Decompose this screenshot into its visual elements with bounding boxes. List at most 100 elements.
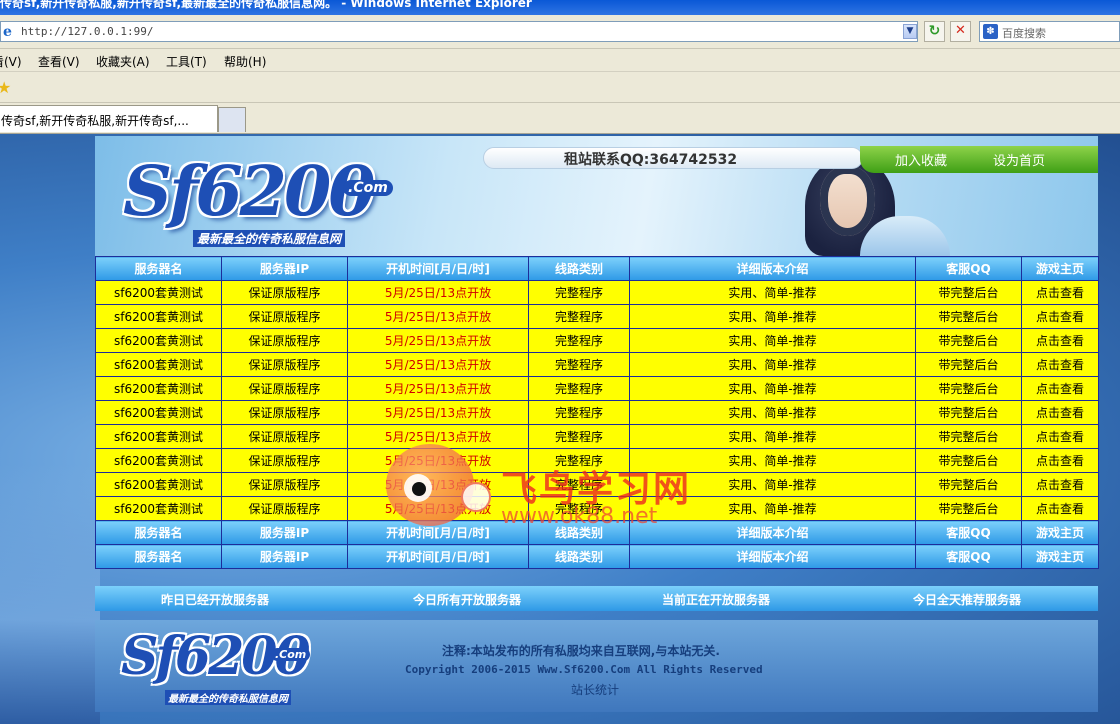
col-server-name-header: 服务器名 [95,544,222,569]
col-support-qq-cell: 带完整后台 [915,400,1022,425]
address-dropdown-icon[interactable]: ▼ [903,24,917,39]
col-server-ip-cell: 保证原版程序 [221,448,348,473]
col-line-type-cell: 完整程序 [528,472,630,497]
logo-text: Sf6200 [123,152,376,232]
col-server-name-cell[interactable]: sf6200套黄测试 [95,472,222,497]
col-line-type-cell: 完整程序 [528,400,630,425]
baidu-paw-icon: ✽ [983,24,998,39]
refresh-button[interactable]: ↻ [924,21,945,42]
col-version-intro-cell: 实用、简单-推荐 [629,424,916,449]
col-game-home-cell[interactable]: 点击查看 [1021,280,1099,305]
col-server-name-cell[interactable]: sf6200套黄测试 [95,496,222,521]
site-logo[interactable]: Sf6200 .Com 最新最全的传奇私服信息网 [123,152,393,247]
col-server-name-cell[interactable]: sf6200套黄测试 [95,352,222,377]
address-input[interactable]: e http://127.0.0.1:99/ ▼ [0,21,918,42]
address-url: http://127.0.0.1:99/ [21,25,154,38]
footer-stats-link[interactable]: 站长统计 [571,681,619,698]
col-open-time-cell: 5月/25日/13点开放 [347,472,529,497]
logo-com: .Com [343,180,393,196]
col-line-type-header: 线路类别 [528,256,630,281]
col-game-home-cell[interactable]: 点击查看 [1021,304,1099,329]
category-recommended-link[interactable]: 今日全天推荐服务器 [913,591,1021,608]
col-version-intro-cell: 实用、简单-推荐 [629,328,916,353]
contact-text: 租站联系QQ:364742532 [564,152,738,168]
footer-logo: Sf6200 .Com 最新最全的传奇私服信息网 [121,626,321,706]
col-game-home-cell[interactable]: 点击查看 [1021,352,1099,377]
col-server-ip-cell: 保证原版程序 [221,424,348,449]
col-open-time-header: 开机时间[月/日/时] [347,520,529,545]
background-scenery [0,464,100,724]
col-support-qq-header: 客服QQ [915,544,1022,569]
category-current-link[interactable]: 当前正在开放服务器 [662,591,770,608]
col-server-name-cell[interactable]: sf6200套黄测试 [95,448,222,473]
col-game-home-cell[interactable]: 点击查看 [1021,400,1099,425]
col-server-ip-cell: 保证原版程序 [221,328,348,353]
col-game-home-cell[interactable]: 点击查看 [1021,496,1099,521]
col-version-intro-cell: 实用、简单-推荐 [629,304,916,329]
col-support-qq-header: 客服QQ [915,256,1022,281]
search-input[interactable]: ✽ 百度搜索 [979,21,1120,42]
table-row: sf6200套黄测试 保证原版程序 5月/25日/13点开放 完整程序 实用、简单-推荐… [95,280,1099,305]
col-game-home-cell[interactable]: 点击查看 [1021,424,1099,449]
col-server-ip-header: 服务器IP [221,544,348,569]
ie-page-icon: e [3,24,12,40]
menu-favorites[interactable]: 收藏夹(A) [96,53,150,70]
tab-current[interactable]: 传奇sf,新开传奇私服,新开传奇sf,... [0,105,218,132]
col-support-qq-cell: 带完整后台 [915,448,1022,473]
table-header-row: 服务器名 服务器IP 开机时间[月/日/时] 线路类别 详细版本介绍 客服QQ 游戏主页 [95,544,1099,569]
col-version-intro-header: 详细版本介绍 [629,544,916,569]
col-support-qq-cell: 带完整后台 [915,328,1022,353]
col-support-qq-cell: 带完整后台 [915,304,1022,329]
table-row: sf6200套黄测试 保证原版程序 5月/25日/13点开放 完整程序 实用、简单-推荐… [95,328,1099,353]
menu-bar: 看(V) 查看(V) 收藏夹(A) 工具(T) 帮助(H) [0,49,1120,72]
page-viewport: Sf6200 .Com 最新最全的传奇私服信息网 租站联系QQ:36474253… [0,134,1120,724]
col-server-name-cell[interactable]: sf6200套黄测试 [95,400,222,425]
col-open-time-cell: 5月/25日/13点开放 [347,304,529,329]
col-game-home-cell[interactable]: 点击查看 [1021,328,1099,353]
col-open-time-cell: 5月/25日/13点开放 [347,376,529,401]
favorites-star-icon[interactable]: ★ [0,78,11,97]
window-title: 传奇sf,新开传奇私服,新开传奇sf,最新最全的传奇私服信息网。 - Windo… [0,0,532,10]
category-today-all-link[interactable]: 今日所有开放服务器 [413,591,521,608]
col-game-home-header: 游戏主页 [1021,544,1099,569]
col-open-time-cell: 5月/25日/13点开放 [347,400,529,425]
col-version-intro-cell: 实用、简单-推荐 [629,448,916,473]
col-version-intro-header: 详细版本介绍 [629,520,916,545]
stop-button[interactable]: ✕ [950,21,971,42]
col-version-intro-cell: 实用、简单-推荐 [629,400,916,425]
menu-view-partial[interactable]: 看(V) [0,53,22,70]
col-server-name-cell[interactable]: sf6200套黄测试 [95,376,222,401]
footer-logo-slogan: 最新最全的传奇私服信息网 [165,690,291,705]
col-server-name-cell[interactable]: sf6200套黄测试 [95,424,222,449]
search-placeholder: 百度搜索 [1002,27,1046,40]
col-support-qq-cell: 带完整后台 [915,472,1022,497]
menu-tools[interactable]: 工具(T) [166,53,207,70]
menu-view[interactable]: 查看(V) [38,53,80,70]
col-server-name-cell[interactable]: sf6200套黄测试 [95,328,222,353]
col-open-time-cell: 5月/25日/13点开放 [347,496,529,521]
col-game-home-cell[interactable]: 点击查看 [1021,472,1099,497]
col-game-home-cell[interactable]: 点击查看 [1021,448,1099,473]
footer-disclaimer: 注释:本站发布的所有私服均来自互联网,与本站无关. [442,644,720,658]
col-server-ip-header: 服务器IP [221,256,348,281]
set-homepage-link[interactable]: 设为首页 [993,150,1045,169]
col-line-type-cell: 完整程序 [528,280,630,305]
character-face [820,166,875,236]
category-yesterday-link[interactable]: 昨日已经开放服务器 [161,591,269,608]
col-line-type-cell: 完整程序 [528,352,630,377]
new-tab-button[interactable] [218,107,246,132]
col-server-name-cell[interactable]: sf6200套黄测试 [95,280,222,305]
col-line-type-header: 线路类别 [528,520,630,545]
col-line-type-cell: 完整程序 [528,496,630,521]
col-server-ip-cell: 保证原版程序 [221,280,348,305]
col-open-time-cell: 5月/25日/13点开放 [347,352,529,377]
col-game-home-header: 游戏主页 [1021,256,1099,281]
col-server-name-cell[interactable]: sf6200套黄测试 [95,304,222,329]
menu-help[interactable]: 帮助(H) [224,53,266,70]
col-open-time-header: 开机时间[月/日/时] [347,256,529,281]
add-favorite-link[interactable]: 加入收藏 [895,150,947,169]
col-game-home-cell[interactable]: 点击查看 [1021,376,1099,401]
table-row: sf6200套黄测试 保证原版程序 5月/25日/13点开放 完整程序 实用、简单-推荐… [95,304,1099,329]
server-table: 服务器名 服务器IP 开机时间[月/日/时] 线路类别 详细版本介绍 客服QQ 游戏主页 sf… [95,256,1099,569]
col-server-ip-cell: 保证原版程序 [221,376,348,401]
